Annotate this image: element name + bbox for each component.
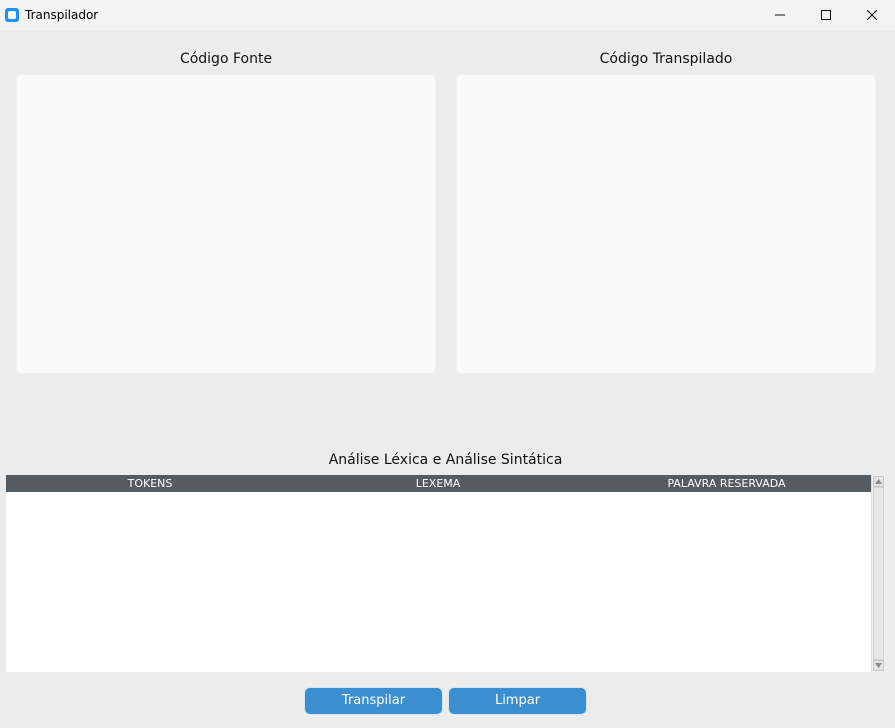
transpiled-code-editor[interactable] bbox=[456, 74, 876, 374]
scroll-down-button[interactable] bbox=[873, 660, 884, 671]
analysis-table[interactable]: TOKENS LEXEMA PALAVRA RESERVADA bbox=[6, 475, 885, 672]
source-code-editor[interactable] bbox=[16, 74, 436, 374]
arrow-down-icon bbox=[875, 663, 882, 668]
arrow-up-icon bbox=[875, 479, 882, 484]
table-header: TOKENS LEXEMA PALAVRA RESERVADA bbox=[6, 475, 871, 492]
minimize-icon bbox=[775, 14, 785, 16]
column-header-lexema[interactable]: LEXEMA bbox=[294, 475, 582, 492]
vertical-scrollbar[interactable] bbox=[871, 475, 885, 672]
transpile-button[interactable]: Transpilar bbox=[304, 687, 443, 715]
minimize-button[interactable] bbox=[757, 0, 803, 30]
column-header-tokens[interactable]: TOKENS bbox=[6, 475, 294, 492]
title-bar: Transpilador bbox=[0, 0, 895, 30]
window-controls bbox=[757, 0, 895, 30]
app-icon bbox=[5, 8, 19, 22]
scroll-up-button[interactable] bbox=[873, 476, 884, 487]
scroll-thumb[interactable] bbox=[873, 487, 884, 660]
source-code-label: Código Fonte bbox=[179, 51, 273, 67]
maximize-button[interactable] bbox=[803, 0, 849, 30]
analysis-title: Análise Léxica e Análise Sintática bbox=[328, 452, 563, 468]
window-title: Transpilador bbox=[25, 8, 99, 22]
close-icon bbox=[867, 10, 877, 20]
clear-button[interactable]: Limpar bbox=[448, 687, 587, 715]
maximize-icon bbox=[821, 10, 831, 20]
column-header-palavra-reservada[interactable]: PALAVRA RESERVADA bbox=[582, 475, 871, 492]
transpiled-code-label: Código Transpilado bbox=[599, 51, 733, 67]
close-button[interactable] bbox=[849, 0, 895, 30]
